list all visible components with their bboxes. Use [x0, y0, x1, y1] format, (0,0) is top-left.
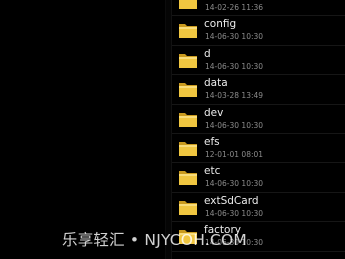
- watermark-text: 乐享轻汇 • NJYCOH.COM: [62, 231, 247, 249]
- list-item-etc[interactable]: etc 14-06-30 10:30: [172, 163, 345, 193]
- folder-icon: [179, 200, 197, 215]
- pane-divider[interactable]: [165, 0, 172, 259]
- folder-icon: [179, 83, 197, 98]
- item-name: dev: [204, 106, 224, 119]
- item-date: 14-03-28 13:49: [205, 91, 264, 101]
- folder-icon: [179, 24, 197, 39]
- left-pane: [0, 0, 165, 259]
- item-name: cache: [204, 0, 235, 2]
- folder-icon: [179, 53, 197, 68]
- item-name: data: [204, 77, 228, 90]
- item-name: config: [204, 18, 237, 31]
- item-date: 14-06-30 10:30: [205, 120, 264, 130]
- folder-icon: [179, 112, 197, 127]
- item-name: efs: [204, 135, 220, 148]
- item-date: 14-02-26 11:36: [205, 3, 264, 12]
- file-manager-screen: cache 14-02-26 11:36 config 14-06-30 10:…: [0, 0, 345, 259]
- item-name: d: [204, 47, 211, 60]
- list-item-efs[interactable]: efs 12-01-01 08:01: [172, 134, 345, 164]
- item-date: 14-06-30 10:30: [205, 179, 264, 189]
- item-name: extSdCard: [204, 194, 259, 207]
- item-name: etc: [204, 165, 221, 178]
- list-item-d[interactable]: d 14-06-30 10:30: [172, 46, 345, 76]
- item-date: 12-01-01 08:01: [205, 149, 264, 159]
- list-item-cache[interactable]: cache 14-02-26 11:36: [172, 0, 345, 17]
- item-date: 14-06-30 10:30: [205, 61, 264, 71]
- folder-icon: [179, 141, 197, 156]
- list-item-data[interactable]: data 14-03-28 13:49: [172, 75, 345, 105]
- list-item-dev[interactable]: dev 14-06-30 10:30: [172, 105, 345, 134]
- file-list: cache 14-02-26 11:36 config 14-06-30 10:…: [172, 0, 345, 252]
- folder-icon: [179, 0, 197, 9]
- folder-icon: [179, 171, 197, 186]
- list-item-config[interactable]: config 14-06-30 10:30: [172, 16, 345, 46]
- item-date: 14-06-30 10:30: [205, 208, 264, 218]
- item-date: 14-06-30 10:30: [205, 32, 264, 42]
- list-item-extsdcard[interactable]: extSdCard 14-06-30 10:30: [172, 193, 345, 223]
